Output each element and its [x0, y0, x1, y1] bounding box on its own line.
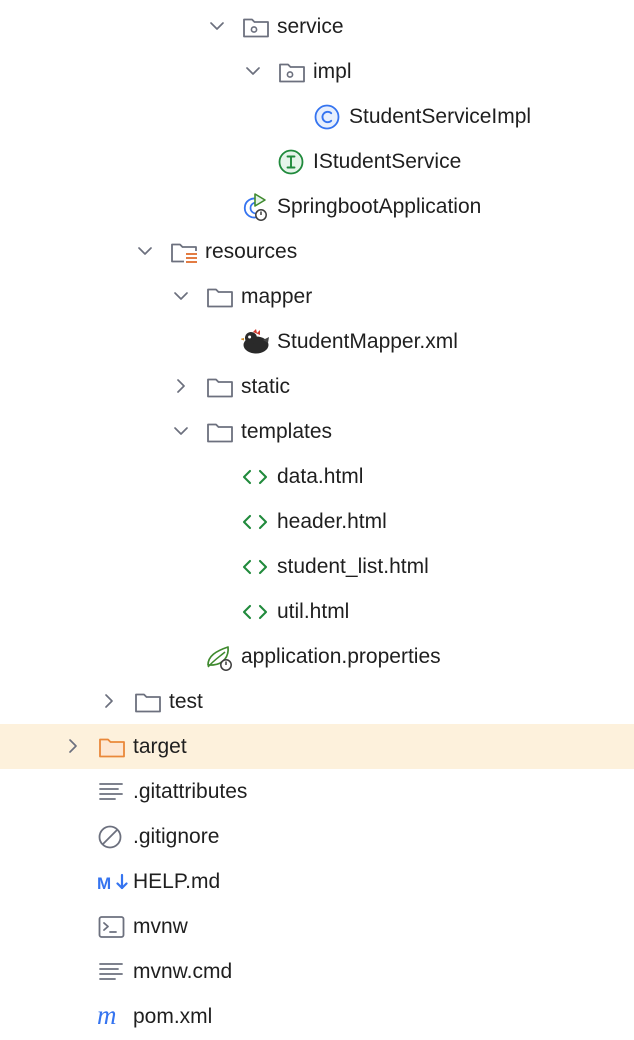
folder-icon	[205, 418, 235, 446]
text-file-icon	[97, 958, 127, 986]
tree-item-label: util.html	[277, 600, 350, 623]
tree-item-gitattributes[interactable]: .gitattributes	[0, 769, 634, 814]
chevron-down-icon[interactable]	[170, 285, 192, 307]
resources-folder-icon	[169, 238, 199, 266]
tree-item-label: .gitignore	[133, 825, 220, 848]
tree-item-label: mapper	[241, 285, 313, 308]
tree-item-label: student_list.html	[277, 555, 429, 578]
tree-item-label: target	[133, 735, 187, 758]
tree-item-label: mvnw.cmd	[133, 960, 233, 983]
svg-text:M: M	[97, 874, 111, 893]
tree-item-resources[interactable]: resources	[0, 229, 634, 274]
tree-item-label: static	[241, 375, 291, 398]
text-file-icon	[97, 778, 127, 806]
tree-item-target[interactable]: target	[0, 724, 634, 769]
tree-item-label: HELP.md	[133, 870, 221, 893]
tree-item-label: SpringbootApplication	[277, 195, 482, 218]
folder-icon	[205, 373, 235, 401]
spring-boot-class-icon	[241, 193, 271, 221]
tree-item-label: IStudentService	[313, 150, 462, 173]
spring-properties-icon	[205, 643, 235, 671]
html-file-icon	[241, 598, 271, 626]
tree-item-studentserviceimpl[interactable]: StudentServiceImpl	[0, 94, 634, 139]
tree-item-mvnw-cmd[interactable]: mvnw.cmd	[0, 949, 634, 994]
interface-icon	[277, 148, 307, 176]
tree-item-student-list-html[interactable]: student_list.html	[0, 544, 634, 589]
tree-item-pom-xml[interactable]: m pom.xml	[0, 994, 634, 1039]
tree-item-impl[interactable]: impl	[0, 49, 634, 94]
tree-item-application-properties[interactable]: application.properties	[0, 634, 634, 679]
tree-item-label: header.html	[277, 510, 387, 533]
tree-item-label: templates	[241, 420, 333, 443]
chevron-right-icon[interactable]	[98, 690, 120, 712]
package-folder-icon	[277, 58, 307, 86]
chevron-down-icon[interactable]	[170, 420, 192, 442]
tree-item-label: data.html	[277, 465, 364, 488]
tree-item-label: mvnw	[133, 915, 188, 938]
shell-script-icon	[97, 913, 127, 941]
ignore-file-icon	[97, 823, 127, 851]
tree-item-templates[interactable]: templates	[0, 409, 634, 454]
chevron-right-icon[interactable]	[62, 735, 84, 757]
folder-icon	[205, 283, 235, 311]
mybatis-bird-icon	[241, 328, 271, 356]
tree-item-label: impl	[313, 60, 352, 83]
tree-item-label: pom.xml	[133, 1005, 213, 1028]
package-folder-icon	[241, 13, 271, 41]
class-icon	[313, 103, 343, 131]
tree-item-header-html[interactable]: header.html	[0, 499, 634, 544]
tree-item-util-html[interactable]: util.html	[0, 589, 634, 634]
chevron-down-icon[interactable]	[242, 60, 264, 82]
tree-item-label: test	[169, 690, 203, 713]
tree-item-label: resources	[205, 240, 298, 263]
tree-item-mvnw[interactable]: mvnw	[0, 904, 634, 949]
chevron-down-icon[interactable]	[134, 240, 156, 262]
chevron-right-icon[interactable]	[170, 375, 192, 397]
tree-item-label: StudentServiceImpl	[349, 105, 532, 128]
svg-text:m: m	[97, 1003, 117, 1030]
excluded-folder-icon	[97, 733, 127, 761]
tree-item-help-md[interactable]: M HELP.md	[0, 859, 634, 904]
tree-item-label: .gitattributes	[133, 780, 248, 803]
tree-item-test[interactable]: test	[0, 679, 634, 724]
html-file-icon	[241, 508, 271, 536]
html-file-icon	[241, 463, 271, 491]
tree-item-studentmapper-xml[interactable]: StudentMapper.xml	[0, 319, 634, 364]
maven-icon: m	[97, 1003, 127, 1031]
folder-icon	[133, 688, 163, 716]
tree-item-label: StudentMapper.xml	[277, 330, 458, 353]
tree-item-static[interactable]: static	[0, 364, 634, 409]
tree-item-istudentservice[interactable]: IStudentService	[0, 139, 634, 184]
tree-item-mapper[interactable]: mapper	[0, 274, 634, 319]
tree-item-label: service	[277, 15, 344, 38]
tree-item-data-html[interactable]: data.html	[0, 454, 634, 499]
markdown-icon: M	[97, 868, 128, 896]
chevron-down-icon[interactable]	[206, 15, 228, 37]
tree-item-service[interactable]: service	[0, 4, 634, 49]
tree-item-springbootapplication[interactable]: SpringbootApplication	[0, 184, 634, 229]
html-file-icon	[241, 553, 271, 581]
project-tree: service impl StudentServiceImpl IStudentSer…	[0, 0, 634, 1040]
tree-item-label: application.properties	[241, 645, 441, 668]
tree-item-gitignore[interactable]: .gitignore	[0, 814, 634, 859]
